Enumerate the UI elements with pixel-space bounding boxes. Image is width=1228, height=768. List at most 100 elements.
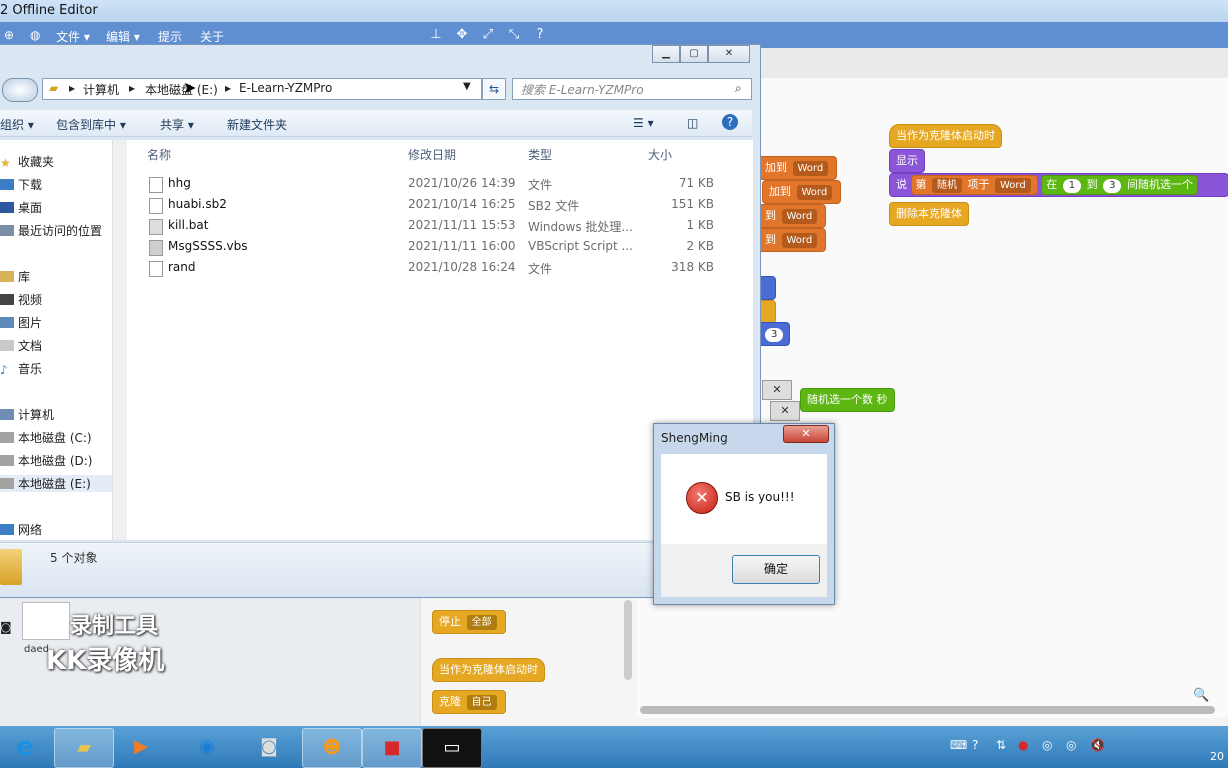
- nav-network[interactable]: 网络: [0, 521, 42, 538]
- cross-arrows-icon[interactable]: ✥: [454, 27, 470, 43]
- nav-documents[interactable]: 文档: [0, 337, 42, 354]
- add-list-slot[interactable]: Word: [781, 233, 818, 248]
- nav-favorites[interactable]: ★ 收藏夹: [0, 153, 54, 170]
- menu-tips[interactable]: 提示: [158, 28, 182, 45]
- hat-clone-block[interactable]: 当作为克隆体启动时: [889, 124, 1002, 148]
- organize-button[interactable]: 组织 ▾: [0, 116, 34, 133]
- show-block[interactable]: 显示: [889, 149, 925, 173]
- close-icon[interactable]: ✕: [770, 401, 800, 421]
- number-block[interactable]: 3: [758, 322, 791, 346]
- column-size[interactable]: 大小: [648, 146, 672, 163]
- new-folder-button[interactable]: 新建文件夹: [227, 116, 287, 133]
- grow-icon[interactable]: ⤢: [480, 27, 496, 43]
- pick-random-block[interactable]: 在 1 到 3 间随机选一个: [1041, 175, 1198, 195]
- nav-computer[interactable]: 计算机: [0, 406, 54, 423]
- column-date[interactable]: 修改日期: [408, 146, 456, 163]
- chevron-right-icon[interactable]: ▸: [69, 81, 75, 95]
- nav-music[interactable]: ♪ 音乐: [0, 360, 42, 377]
- column-type[interactable]: 类型: [528, 146, 552, 163]
- cmd-icon[interactable]: ▭: [422, 728, 482, 768]
- menu-edit[interactable]: 编辑 ▾: [106, 28, 140, 45]
- nav-drive-e[interactable]: 本地磁盘 (E:): [0, 475, 112, 492]
- app-icon[interactable]: ■: [362, 728, 422, 768]
- item-list-slot[interactable]: Word: [995, 178, 1031, 193]
- menu-about[interactable]: 关于: [200, 28, 224, 45]
- close-icon[interactable]: ✕: [708, 45, 750, 63]
- volume-muted-icon[interactable]: 🔇: [1090, 738, 1105, 752]
- nav-desktop[interactable]: 桌面: [0, 199, 42, 216]
- stop-option-slot[interactable]: 全部: [466, 615, 497, 630]
- globe-icon[interactable]: ⊕: [4, 28, 14, 42]
- file-row[interactable]: huabi.sb2 2021/10/14 16:25 SB2 文件 151 KB: [147, 195, 727, 215]
- add-list-slot[interactable]: Word: [781, 209, 818, 224]
- help-tray-icon[interactable]: ?: [972, 738, 978, 752]
- media-player-icon[interactable]: ▶: [112, 728, 170, 766]
- file-row[interactable]: MsgSSSS.vbs 2021/11/11 16:00 VBScript Sc…: [147, 237, 727, 257]
- nav-downloads[interactable]: 下载: [0, 176, 42, 193]
- add-to-list-block-1[interactable]: 加到 Word: [758, 156, 838, 180]
- scratch-cat-icon[interactable]: ☻: [302, 728, 362, 768]
- refresh-icon[interactable]: ⇆: [482, 78, 506, 100]
- item-random-slot[interactable]: 随机: [932, 178, 962, 193]
- clock[interactable]: 20: [1210, 750, 1224, 763]
- camera-icon[interactable]: ◙: [240, 728, 298, 766]
- nav-pictures[interactable]: 图片: [0, 314, 42, 331]
- add-list-slot[interactable]: Word: [796, 185, 833, 200]
- keyboard-icon[interactable]: ⌨: [950, 738, 967, 752]
- ok-button[interactable]: 确定: [732, 555, 820, 584]
- script-area-scrollbar[interactable]: [640, 706, 1215, 714]
- search-icon[interactable]: ⌕: [735, 81, 742, 96]
- palette-scrollbar[interactable]: [624, 600, 632, 680]
- file-row[interactable]: rand 2021/10/28 16:24 文件 318 KB: [147, 258, 727, 278]
- file-row[interactable]: kill.bat 2021/11/11 15:53 Windows 批处理...…: [147, 216, 727, 236]
- address-bar[interactable]: ▰ ▸ 计算机 ▸ 本地磁盘 (E:) ▸ E-Learn-YZMPro ▼: [42, 78, 482, 100]
- help-icon[interactable]: ?: [722, 114, 738, 130]
- pick-to-slot[interactable]: 3: [1103, 179, 1122, 193]
- clone-target-slot[interactable]: 自己: [466, 695, 497, 710]
- nav-recent-places[interactable]: 最近访问的位置: [0, 222, 102, 239]
- file-row[interactable]: hhg 2021/10/26 14:39 文件 71 KB: [147, 174, 727, 194]
- say-block[interactable]: 说 第 随机 项于 Word 在 1 到 3 间随机选一个: [889, 173, 1228, 197]
- close-icon[interactable]: ✕: [783, 425, 829, 443]
- back-forward-icon[interactable]: [2, 78, 38, 102]
- chevron-down-icon[interactable]: ▼: [463, 81, 471, 92]
- column-name[interactable]: 名称: [147, 146, 171, 163]
- wait-random-block[interactable]: 随机选一个数 秒: [800, 388, 895, 412]
- number-slot[interactable]: 3: [765, 328, 784, 342]
- chevron-right-icon[interactable]: ▸: [225, 81, 231, 95]
- network-tray-icon[interactable]: ⇅: [996, 738, 1006, 752]
- breadcrumb-drive-e[interactable]: 本地磁盘 (E:): [145, 81, 218, 98]
- breadcrumb-computer[interactable]: 计算机: [83, 81, 119, 98]
- add-to-list-block-2[interactable]: 加到 Word: [762, 180, 842, 204]
- close-icon[interactable]: ✕: [762, 380, 792, 400]
- app-tray-icon-2[interactable]: ◎: [1066, 738, 1076, 752]
- include-in-library-button[interactable]: 包含到库中 ▾: [56, 116, 126, 133]
- breadcrumb-folder[interactable]: E-Learn-YZMPro: [239, 81, 332, 95]
- add-to-list-block-4[interactable]: 到 Word: [758, 228, 827, 252]
- hat-clone-block-palette[interactable]: 当作为克隆体启动时: [432, 658, 545, 682]
- ie-icon[interactable]: e: [0, 728, 54, 766]
- browser-icon[interactable]: ◉: [178, 728, 236, 766]
- nav-drive-c[interactable]: 本地磁盘 (C:): [0, 429, 92, 446]
- pick-from-slot[interactable]: 1: [1062, 179, 1082, 193]
- explorer-icon[interactable]: ▰: [54, 728, 114, 768]
- zoom-icon[interactable]: 🔍: [1193, 688, 1209, 703]
- stop-all-block[interactable]: 停止 全部: [432, 610, 506, 634]
- help-icon[interactable]: ?: [532, 27, 548, 43]
- add-list-slot[interactable]: Word: [792, 161, 829, 176]
- navigation-scrollbar[interactable]: [112, 140, 127, 540]
- stamp-icon[interactable]: ⊥: [428, 27, 444, 43]
- delete-clone-block[interactable]: 删除本克隆体: [889, 202, 969, 226]
- view-options-icon[interactable]: ☰ ▾: [633, 116, 654, 130]
- minimize-icon[interactable]: ▁: [652, 45, 680, 63]
- create-clone-block[interactable]: 克隆 自己: [432, 690, 506, 714]
- search-input[interactable]: 搜索 E-Learn-YZMPro ⌕: [512, 78, 752, 100]
- nav-libraries[interactable]: 库: [0, 268, 30, 285]
- item-of-list-block[interactable]: 第 随机 项于 Word: [910, 175, 1038, 195]
- chevron-right-icon[interactable]: ▸: [129, 81, 135, 95]
- shrink-icon[interactable]: ⤡: [506, 27, 522, 43]
- menu-file[interactable]: 文件 ▾: [56, 28, 90, 45]
- add-to-list-block-3[interactable]: 到 Word: [758, 204, 827, 228]
- desktop-file-thumbnail[interactable]: [22, 602, 70, 640]
- preview-pane-icon[interactable]: ◫: [687, 116, 698, 130]
